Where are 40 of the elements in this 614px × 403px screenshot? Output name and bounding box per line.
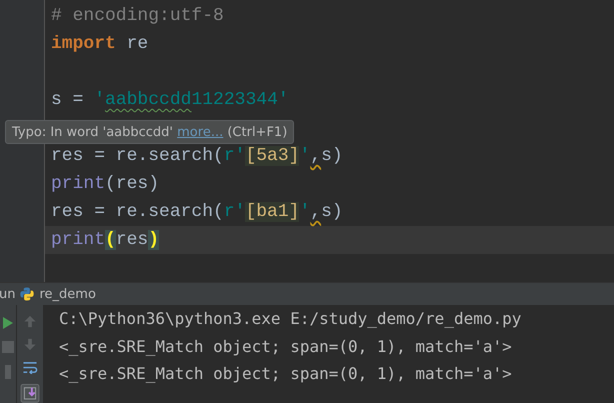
code-string: r' [224,146,246,166]
code-regex: [ba1] [245,202,300,222]
code-text: , [310,202,322,222]
code-string: ' [299,202,310,222]
stop-icon[interactable] [2,341,14,353]
run-icon[interactable] [2,317,14,329]
tooltip-text: Typo: In word 'aabbccdd' [12,124,174,140]
run-label: un [0,286,16,302]
up-arrow-icon[interactable] [23,315,37,328]
matched-brace: ) [148,230,160,250]
pause-icon[interactable] [5,365,11,379]
code-text: (res) [105,174,160,194]
code-text: re [126,34,148,54]
code-text: s) [321,146,343,166]
code-text: res = re.search( [51,202,224,222]
matched-brace: ( [105,230,116,250]
code-comment: # encoding:utf-8 [51,6,224,26]
code-function: print [51,230,106,250]
code-text: res = re.search( [51,146,224,166]
python-icon [20,287,34,301]
code-text: res [116,230,148,250]
console-output-line: <_sre.SRE_Match object; span=(0, 1), match='a'> [59,336,513,358]
code-function: print [51,174,106,194]
scroll-to-end-icon[interactable] [20,384,40,403]
code-string: ' [94,90,106,110]
code-text: s = [51,90,84,110]
code-keyword: import [51,34,116,54]
code-regex: [5a3] [245,146,300,166]
run-config-name[interactable]: re_demo [39,286,96,302]
shortcut-hint: (Ctrl+F1) [226,124,288,140]
console-output-line: C:\Python36\python3.exe E:/study_demo/re_demo.py [59,308,522,330]
code-string: aabbccdd [105,90,192,110]
down-arrow-icon[interactable] [23,338,37,352]
code-string: 11223344' [191,90,289,110]
soft-wrap-icon[interactable] [22,361,38,374]
code-text: s) [321,202,343,222]
console-output-line: <_sre.SRE_Match object; span=(0, 1), match='a'> [59,363,513,385]
code-text: , [310,146,322,166]
code-string: ' [299,146,310,166]
code-string: r' [224,202,246,222]
